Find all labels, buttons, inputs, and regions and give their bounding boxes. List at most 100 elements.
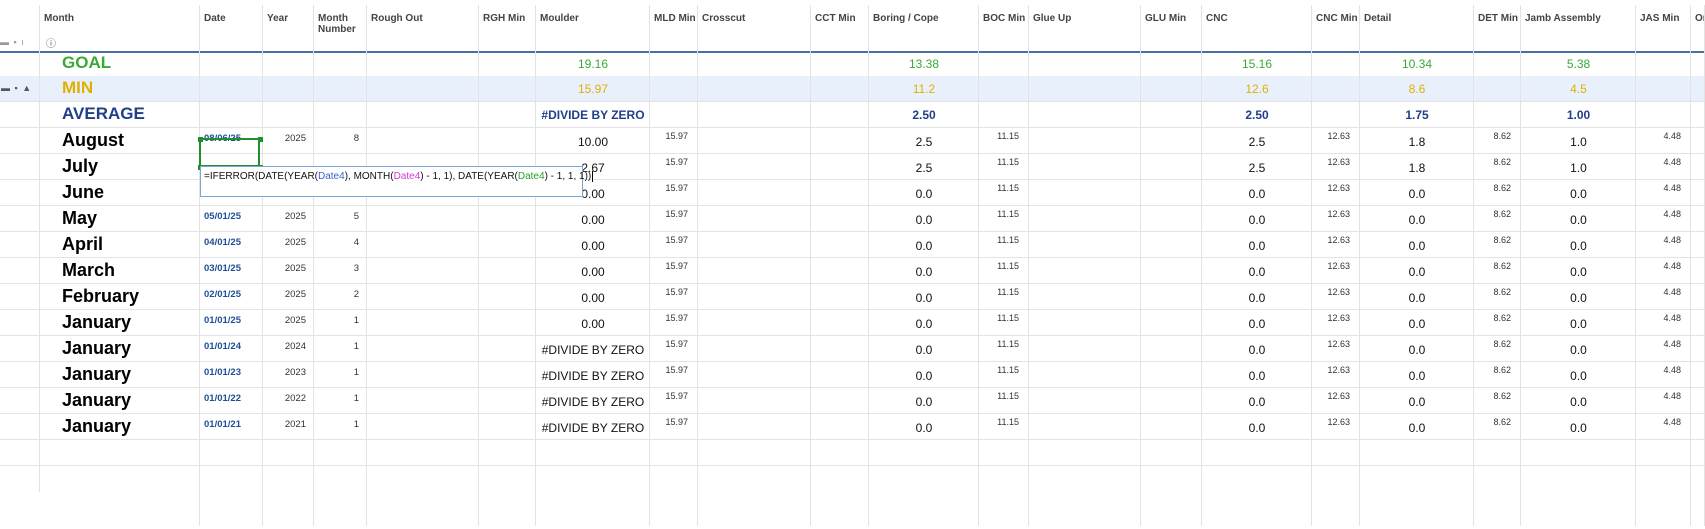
- cell[interactable]: [1029, 466, 1141, 526]
- month-number-cell[interactable]: 5: [314, 206, 367, 232]
- mld-min-cell[interactable]: 15.97: [650, 414, 698, 440]
- detail-cell[interactable]: 0.0: [1360, 414, 1474, 440]
- date-cell[interactable]: 01/01/23: [200, 362, 263, 388]
- boring-cell[interactable]: 0.0: [869, 414, 979, 440]
- formula-editor[interactable]: =IFERROR(DATE(YEAR(Date4), MONTH(Date4) …: [200, 166, 594, 197]
- cell[interactable]: [1636, 76, 1691, 102]
- cell[interactable]: [367, 232, 479, 258]
- month-cell[interactable]: March: [40, 258, 200, 284]
- row-action-icons[interactable]: ▬ ▪ ▲: [1, 83, 32, 93]
- cell[interactable]: [1029, 154, 1141, 180]
- cell[interactable]: [811, 76, 869, 102]
- cell[interactable]: [1202, 440, 1312, 466]
- detail-cell[interactable]: 0.0: [1360, 388, 1474, 414]
- cell[interactable]: [1141, 362, 1202, 388]
- boc-min-cell[interactable]: 11.15: [979, 258, 1029, 284]
- cncm-min-cell[interactable]: 12.63: [1312, 388, 1360, 414]
- cell[interactable]: [367, 102, 479, 128]
- moulder-cell[interactable]: 0.00: [536, 310, 650, 336]
- summary-average-cnc[interactable]: 2.50: [1202, 102, 1312, 128]
- cell[interactable]: [698, 258, 811, 284]
- cell[interactable]: [1312, 466, 1360, 526]
- cell[interactable]: [200, 440, 263, 466]
- mld-min-cell[interactable]: 15.97: [650, 180, 698, 206]
- mld-min-cell[interactable]: 15.97: [650, 232, 698, 258]
- cell[interactable]: [811, 232, 869, 258]
- cncm-min-cell[interactable]: 12.63: [1312, 128, 1360, 154]
- cell[interactable]: [811, 336, 869, 362]
- cell[interactable]: [1029, 414, 1141, 440]
- date-cell[interactable]: 05/01/25: [200, 206, 263, 232]
- jamb-cell[interactable]: 0.0: [1521, 206, 1636, 232]
- moulder-cell[interactable]: 0.00: [536, 258, 650, 284]
- cell[interactable]: [479, 284, 536, 310]
- boring-cell[interactable]: 0.0: [869, 180, 979, 206]
- det-min-cell[interactable]: 8.62: [1474, 154, 1521, 180]
- month-number-cell[interactable]: 1: [314, 336, 367, 362]
- cell[interactable]: [479, 232, 536, 258]
- month-number-cell[interactable]: 1: [314, 414, 367, 440]
- cnc-cell[interactable]: 0.0: [1202, 206, 1312, 232]
- cell[interactable]: [314, 51, 367, 77]
- cell[interactable]: [263, 102, 314, 128]
- month-cell[interactable]: January: [40, 388, 200, 414]
- detail-cell[interactable]: 0.0: [1360, 284, 1474, 310]
- mld-min-cell[interactable]: 15.97: [650, 206, 698, 232]
- cell[interactable]: [650, 466, 698, 526]
- cell[interactable]: [1691, 154, 1705, 180]
- cell[interactable]: [1360, 440, 1474, 466]
- detail-cell[interactable]: 1.8: [1360, 128, 1474, 154]
- cell[interactable]: [1691, 258, 1705, 284]
- cell[interactable]: [979, 102, 1029, 128]
- cnc-cell[interactable]: 0.0: [1202, 284, 1312, 310]
- jas-min-cell[interactable]: 4.48: [1636, 232, 1691, 258]
- summary-min-moulder[interactable]: 15.97: [536, 76, 650, 102]
- cell[interactable]: [1474, 102, 1521, 128]
- cell[interactable]: [367, 388, 479, 414]
- selection-handle[interactable]: [258, 137, 263, 142]
- cell[interactable]: [1360, 466, 1474, 526]
- year-cell[interactable]: 2025: [263, 232, 314, 258]
- cnc-cell[interactable]: 2.5: [1202, 128, 1312, 154]
- cell[interactable]: [1312, 76, 1360, 102]
- cell[interactable]: [1029, 232, 1141, 258]
- cncm-min-cell[interactable]: 12.63: [1312, 336, 1360, 362]
- cell[interactable]: [811, 414, 869, 440]
- cell[interactable]: [811, 206, 869, 232]
- cell[interactable]: [698, 310, 811, 336]
- cell[interactable]: [811, 128, 869, 154]
- boring-cell[interactable]: 0.0: [869, 284, 979, 310]
- date-cell[interactable]: 02/01/25: [200, 284, 263, 310]
- cell[interactable]: [811, 310, 869, 336]
- cell[interactable]: [1691, 336, 1705, 362]
- boc-min-cell[interactable]: 11.15: [979, 336, 1029, 362]
- cell[interactable]: [1691, 388, 1705, 414]
- column-header-moulder[interactable]: Moulder: [536, 5, 650, 51]
- column-header-rgh-min[interactable]: RGH Min: [479, 5, 536, 51]
- jamb-cell[interactable]: 0.0: [1521, 284, 1636, 310]
- cell[interactable]: [1029, 128, 1141, 154]
- summary-label-goal[interactable]: GOAL: [40, 51, 200, 77]
- boc-min-cell[interactable]: 11.15: [979, 284, 1029, 310]
- jamb-cell[interactable]: 0.0: [1521, 310, 1636, 336]
- cell[interactable]: [1691, 206, 1705, 232]
- cell[interactable]: [1312, 102, 1360, 128]
- cell[interactable]: [263, 51, 314, 77]
- cell[interactable]: [698, 388, 811, 414]
- summary-average-moulder[interactable]: #DIVIDE BY ZERO: [536, 102, 650, 128]
- cell[interactable]: [1141, 154, 1202, 180]
- cell[interactable]: [367, 128, 479, 154]
- cell[interactable]: [1691, 284, 1705, 310]
- month-number-cell[interactable]: 1: [314, 388, 367, 414]
- jas-min-cell[interactable]: 4.48: [1636, 206, 1691, 232]
- cell[interactable]: [479, 102, 536, 128]
- cell[interactable]: [811, 180, 869, 206]
- cell[interactable]: [479, 466, 536, 526]
- month-cell[interactable]: January: [40, 362, 200, 388]
- det-min-cell[interactable]: 8.62: [1474, 128, 1521, 154]
- boc-min-cell[interactable]: 11.15: [979, 128, 1029, 154]
- cnc-cell[interactable]: 0.0: [1202, 414, 1312, 440]
- boring-cell[interactable]: 0.0: [869, 388, 979, 414]
- month-cell[interactable]: January: [40, 414, 200, 440]
- jas-min-cell[interactable]: 4.48: [1636, 362, 1691, 388]
